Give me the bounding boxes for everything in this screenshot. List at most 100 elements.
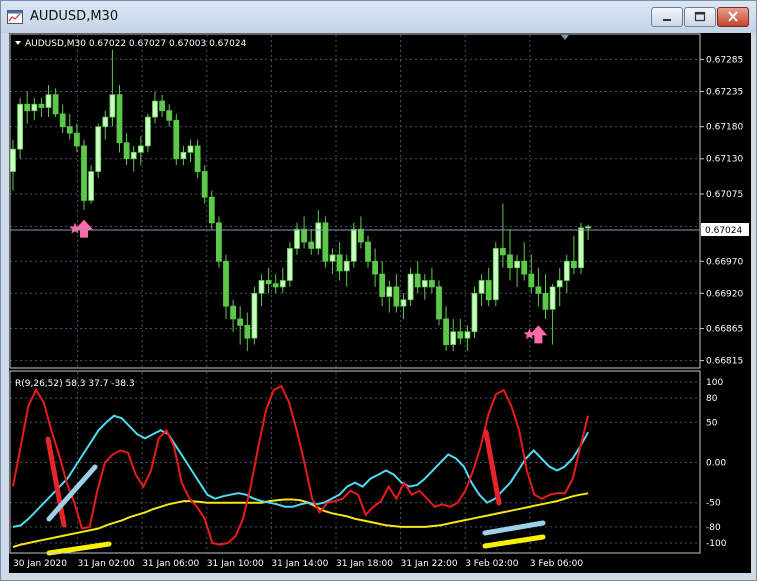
blue-divergence-marker — [482, 520, 546, 536]
candle-body — [528, 273, 535, 288]
candle-body — [457, 331, 464, 339]
candle-body — [485, 280, 492, 301]
candle-body — [294, 228, 300, 249]
price-axis: 0.67285 0.67235 0.67180 0.67130 0.67075 0.669… — [700, 55, 743, 367]
candle-body — [194, 145, 201, 172]
candle-body — [443, 318, 450, 345]
candle-body — [237, 318, 244, 326]
title-bar[interactable]: AUDUSD,M30 — [1, 1, 756, 33]
indicator-tick-label: 0.00 — [706, 459, 726, 469]
time-tick-label: 30 Jan 2020 — [13, 559, 67, 569]
price-tick-label: 0.67235 — [706, 87, 743, 97]
candle-body — [244, 324, 251, 339]
candle-body — [52, 94, 59, 115]
price-tick-label: 0.67075 — [706, 190, 743, 200]
candle-body — [272, 283, 279, 288]
candle-body — [180, 151, 187, 160]
candle-body — [215, 222, 222, 262]
candle-body — [336, 254, 343, 272]
candle-body — [123, 142, 130, 160]
candle-body — [109, 94, 116, 118]
price-tick-label: 0.66920 — [706, 289, 743, 299]
time-tick-label: 31 Jan 10:00 — [207, 559, 264, 569]
indicator-fast-line — [12, 384, 590, 546]
candle-body — [17, 103, 24, 150]
candle-body — [102, 116, 109, 128]
close-button[interactable] — [717, 7, 749, 27]
indicator-tick-label: -80 — [706, 523, 721, 533]
candle-body — [350, 228, 357, 262]
chart-area[interactable]: AUDUSD,M30 0.67022 0.67027 0.67003 0.670… — [9, 33, 751, 573]
window-title: AUDUSD,M30 — [30, 9, 119, 24]
candle-body — [201, 171, 208, 198]
yellow-divergence-marker — [46, 541, 112, 556]
candle-body — [137, 145, 144, 153]
price-tick-label: 0.66815 — [706, 357, 743, 367]
yellow-divergence-marker — [482, 534, 546, 549]
candle-body — [322, 222, 329, 262]
time-tick-label: 3 Feb 02:00 — [465, 559, 519, 569]
candle-body — [251, 292, 258, 339]
candle-body — [372, 260, 379, 275]
candle-body — [116, 94, 123, 144]
candle-body — [407, 273, 414, 301]
candle-body — [514, 260, 521, 269]
candle-body — [279, 280, 286, 288]
chart-canvas[interactable]: AUDUSD,M30 0.67022 0.67027 0.67003 0.670… — [9, 33, 751, 573]
price-tick-label: 0.67130 — [706, 155, 743, 165]
time-tick-label: 31 Jan 02:00 — [78, 559, 135, 569]
candle-body — [578, 227, 584, 269]
candle-body — [66, 126, 73, 134]
candle-body — [286, 248, 293, 281]
chart-shift-marker[interactable] — [561, 35, 569, 40]
time-tick-label: 31 Jan 14:00 — [271, 559, 328, 569]
candle-body — [31, 103, 38, 112]
terminal-window: AUDUSD,M30 AUDUSD,M30 0.67022 0.67027 0.… — [0, 0, 757, 581]
candle-body — [74, 132, 80, 147]
candle-body — [230, 305, 237, 320]
indicator-tick-label: -100 — [706, 539, 727, 549]
time-tick-label: 31 Jan 22:00 — [401, 559, 458, 569]
indicator-series — [12, 384, 590, 548]
candle-body — [585, 226, 591, 229]
maximize-button[interactable] — [684, 7, 716, 27]
chart-header: AUDUSD,M30 0.67022 0.67027 0.67003 0.670… — [25, 39, 247, 49]
symbol-menu-triangle-icon[interactable] — [15, 41, 21, 45]
candle-body — [492, 248, 499, 301]
candle-body — [208, 196, 215, 224]
pink-star-icon — [523, 328, 536, 340]
minimize-button[interactable] — [651, 7, 683, 27]
candle-body — [258, 280, 265, 294]
candle-body — [549, 286, 556, 310]
candle-body — [521, 260, 528, 275]
candle-body — [421, 280, 428, 288]
candle-body — [223, 260, 229, 307]
candle-body — [10, 148, 16, 172]
price-tick-label: 0.66970 — [706, 257, 743, 267]
candle-body — [428, 280, 435, 288]
candle-body — [166, 110, 173, 121]
minimize-icon — [663, 19, 671, 21]
indicator-axis: 100 80 50 0.00 -50 -80 -100 — [706, 378, 727, 549]
candle-series — [10, 49, 591, 351]
candle-body — [308, 241, 315, 249]
indicator-tick-label: 100 — [706, 378, 723, 388]
price-tick-label: 0.67180 — [706, 123, 743, 133]
candle-body — [535, 286, 542, 294]
indicator-tick-label: -50 — [706, 499, 721, 509]
candle-body — [159, 100, 166, 112]
time-tick-label: 3 Feb 06:00 — [530, 559, 584, 569]
candle-body — [436, 286, 442, 320]
price-tick-label: 0.66865 — [706, 325, 743, 335]
price-tick-label: 0.67285 — [706, 55, 743, 65]
candle-body — [130, 151, 137, 160]
candle-body — [400, 299, 407, 307]
candle-body — [379, 273, 386, 297]
chart-window-icon — [7, 10, 23, 24]
candle-body — [499, 248, 506, 256]
time-tick-label: 31 Jan 18:00 — [336, 559, 393, 569]
candle-body — [386, 286, 393, 297]
candle-body — [24, 103, 31, 112]
indicator-tick-label: 50 — [706, 418, 718, 428]
candle-body — [173, 119, 180, 160]
